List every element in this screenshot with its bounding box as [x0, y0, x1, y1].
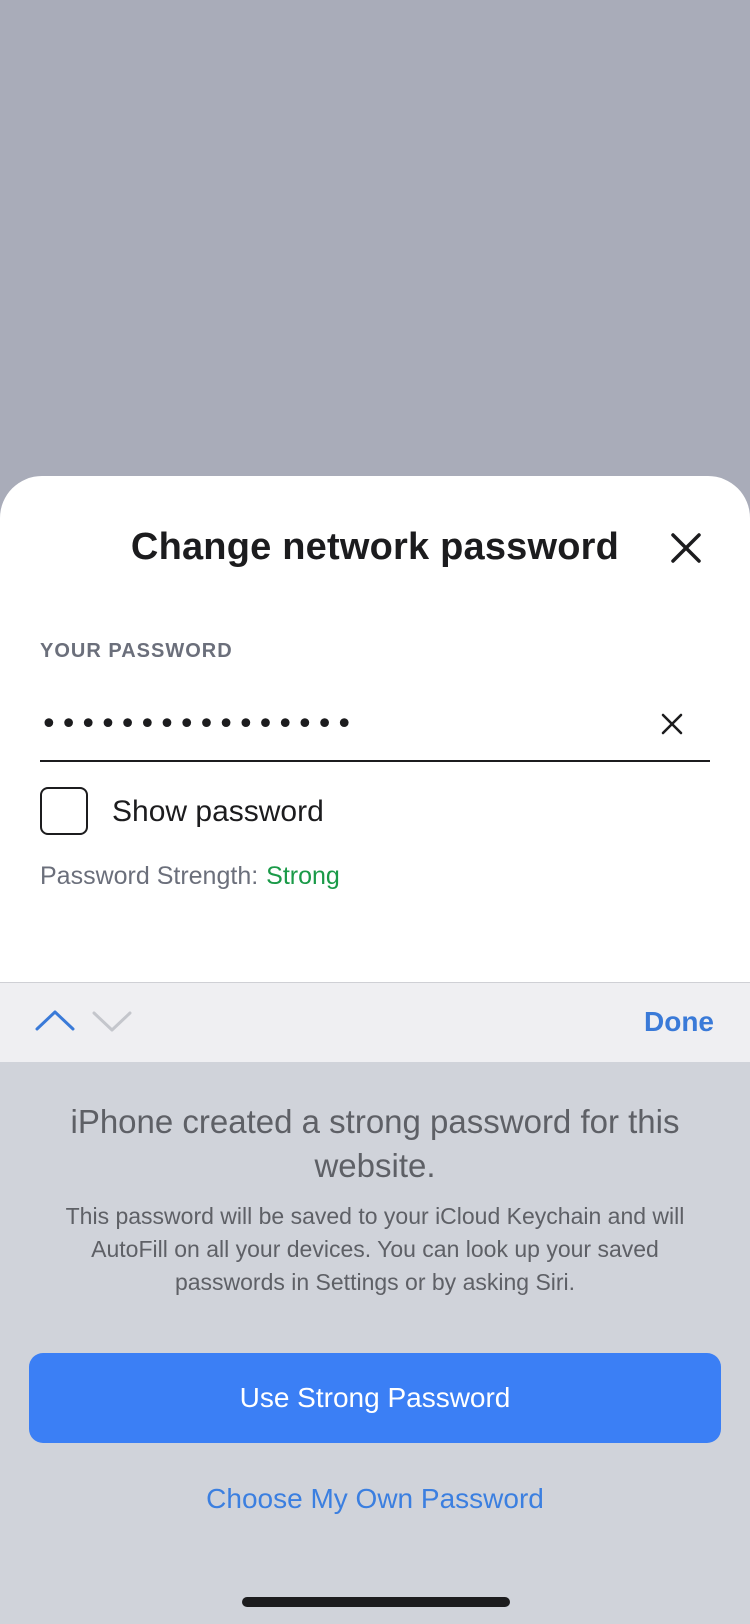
show-password-label[interactable]: Show password	[112, 794, 324, 830]
suggestion-description: This password will be saved to your iClo…	[65, 1203, 685, 1295]
password-field	[40, 696, 710, 762]
password-input[interactable]	[40, 696, 640, 752]
sheet-title: Change network password	[130, 526, 620, 568]
next-field-button[interactable]	[90, 999, 134, 1043]
close-button[interactable]	[662, 522, 710, 574]
done-button[interactable]: Done	[644, 1005, 714, 1039]
dimmed-backdrop[interactable]	[0, 0, 750, 476]
close-icon	[671, 533, 701, 563]
clear-password-button[interactable]	[652, 704, 692, 744]
password-strength-label: Password Strength:	[40, 862, 259, 890]
password-field-label: YOUR PASSWORD	[40, 640, 233, 662]
password-strength: Password Strength: Strong	[40, 861, 340, 891]
keyboard-toolbar: Done	[0, 982, 750, 1062]
suggestion-title: iPhone created a strong password for thi…	[70, 1103, 680, 1184]
use-strong-password-button[interactable]: Use Strong Password	[29, 1353, 721, 1443]
chevron-down-icon	[92, 1011, 132, 1032]
choose-own-password-button[interactable]: Choose My Own Password	[0, 1482, 750, 1516]
home-indicator[interactable]	[242, 1597, 510, 1607]
password-strength-value: Strong	[266, 862, 340, 890]
show-password-checkbox[interactable]	[40, 787, 88, 835]
clear-icon	[661, 713, 683, 735]
chevron-up-icon	[35, 1010, 75, 1031]
previous-field-button[interactable]	[33, 999, 77, 1043]
